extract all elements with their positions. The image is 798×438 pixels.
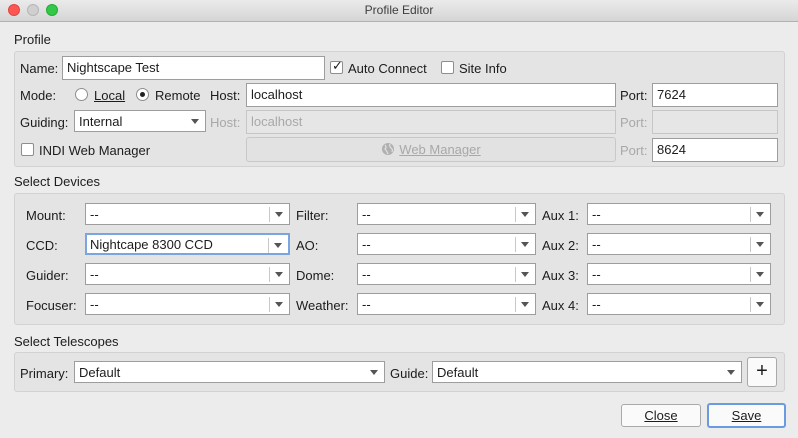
guiding-label: Guiding: bbox=[20, 115, 69, 130]
aux4-label: Aux 4: bbox=[542, 298, 579, 313]
check-icon: ✓ bbox=[332, 58, 343, 73]
host-label: Host: bbox=[210, 88, 241, 103]
close-button[interactable]: Close bbox=[621, 404, 701, 427]
local-radio[interactable] bbox=[75, 88, 88, 101]
web-port-input[interactable]: 8624 bbox=[652, 138, 778, 162]
devices-section-label: Select Devices bbox=[14, 174, 100, 189]
ccd-value: Nightcape 8300 CCD bbox=[90, 237, 213, 252]
guide-port-input bbox=[652, 110, 778, 134]
ccd-select[interactable]: Nightcape 8300 CCD bbox=[85, 233, 290, 255]
mount-select[interactable]: -- bbox=[85, 203, 290, 225]
remote-label: Remote bbox=[155, 88, 201, 103]
primary-telescope-value: Default bbox=[79, 365, 121, 380]
web-port-label: Port: bbox=[620, 143, 648, 158]
ccd-label: CCD: bbox=[26, 238, 58, 253]
indi-web-manager-checkbox[interactable] bbox=[21, 143, 34, 156]
mount-value: -- bbox=[90, 207, 99, 222]
chevron-down-icon bbox=[521, 302, 529, 307]
window-title: Profile Editor bbox=[364, 3, 434, 17]
focuser-value: -- bbox=[90, 297, 99, 312]
dome-value: -- bbox=[362, 267, 371, 282]
site-info-checkbox[interactable] bbox=[441, 61, 454, 74]
guiding-select[interactable]: Internal bbox=[74, 110, 206, 132]
site-info-label: Site Info bbox=[459, 61, 507, 76]
aux1-label: Aux 1: bbox=[542, 208, 579, 223]
guiding-value: Internal bbox=[79, 114, 123, 129]
guide-host-input: localhost bbox=[246, 110, 616, 134]
dome-label: Dome: bbox=[296, 268, 335, 283]
save-button-label: Save bbox=[731, 408, 762, 423]
aux4-value: -- bbox=[592, 297, 601, 312]
name-input[interactable]: Nightscape Test bbox=[62, 56, 325, 80]
focuser-label: Focuser: bbox=[26, 298, 77, 313]
profile-section-label: Profile bbox=[14, 32, 51, 47]
filter-value: -- bbox=[362, 207, 371, 222]
aux3-label: Aux 3: bbox=[542, 268, 579, 283]
guide-telescope-value: Default bbox=[437, 365, 479, 380]
chevron-down-icon bbox=[521, 212, 529, 217]
chevron-down-icon bbox=[274, 243, 282, 248]
guider-label: Guider: bbox=[26, 268, 69, 283]
chevron-down-icon bbox=[756, 212, 764, 217]
telescopes-section-label: Select Telescopes bbox=[14, 334, 119, 349]
aux1-value: -- bbox=[592, 207, 601, 222]
chevron-down-icon bbox=[275, 272, 283, 277]
aux1-select[interactable]: -- bbox=[587, 203, 771, 225]
add-telescope-button[interactable]: + bbox=[747, 357, 777, 387]
auto-connect-checkbox[interactable]: ✓ bbox=[330, 58, 343, 74]
primary-telescope-select[interactable]: Default bbox=[74, 361, 385, 383]
filter-select[interactable]: -- bbox=[357, 203, 536, 225]
ao-select[interactable]: -- bbox=[357, 233, 536, 255]
mode-label: Mode: bbox=[20, 88, 57, 103]
chevron-down-icon bbox=[191, 119, 199, 124]
guide-host-label: Host: bbox=[210, 115, 241, 130]
aux2-select[interactable]: -- bbox=[587, 233, 771, 255]
web-manager-button: Web Manager bbox=[246, 137, 616, 162]
plus-icon: + bbox=[756, 360, 768, 382]
chevron-down-icon bbox=[275, 212, 283, 217]
title-bar: Profile Editor bbox=[0, 0, 798, 22]
auto-connect-label: Auto Connect bbox=[348, 61, 427, 76]
port-label: Port: bbox=[620, 88, 648, 103]
save-button[interactable]: Save bbox=[707, 403, 786, 428]
chevron-down-icon bbox=[727, 370, 735, 375]
guider-select[interactable]: -- bbox=[85, 263, 290, 285]
chevron-down-icon bbox=[370, 370, 378, 375]
guide-telescope-label: Guide: bbox=[390, 366, 429, 381]
chevron-down-icon bbox=[756, 272, 764, 277]
name-label: Name: bbox=[20, 61, 59, 76]
chevron-down-icon bbox=[756, 242, 764, 247]
weather-label: Weather: bbox=[296, 298, 349, 313]
host-input[interactable]: localhost bbox=[246, 83, 616, 107]
focuser-select[interactable]: -- bbox=[85, 293, 290, 315]
guider-value: -- bbox=[90, 267, 99, 282]
weather-value: -- bbox=[362, 297, 371, 312]
remote-radio[interactable] bbox=[136, 88, 149, 101]
dome-select[interactable]: -- bbox=[357, 263, 536, 285]
aux4-select[interactable]: -- bbox=[587, 293, 771, 315]
ao-value: -- bbox=[362, 237, 371, 252]
aux2-value: -- bbox=[592, 237, 601, 252]
filter-label: Filter: bbox=[296, 208, 329, 223]
weather-select[interactable]: -- bbox=[357, 293, 536, 315]
guide-port-label: Port: bbox=[620, 115, 648, 130]
chevron-down-icon bbox=[756, 302, 764, 307]
guide-telescope-select[interactable]: Default bbox=[432, 361, 742, 383]
primary-label: Primary: bbox=[20, 366, 69, 381]
chevron-down-icon bbox=[521, 272, 529, 277]
aux2-label: Aux 2: bbox=[542, 238, 579, 253]
indi-web-manager-label: INDI Web Manager bbox=[39, 143, 151, 158]
port-input[interactable]: 7624 bbox=[652, 83, 778, 107]
web-manager-button-label: Web Manager bbox=[399, 142, 481, 157]
chevron-down-icon bbox=[275, 302, 283, 307]
globe-icon bbox=[382, 143, 395, 155]
ao-label: AO: bbox=[296, 238, 319, 253]
local-label: Local bbox=[94, 88, 126, 103]
chevron-down-icon bbox=[521, 242, 529, 247]
aux3-select[interactable]: -- bbox=[587, 263, 771, 285]
mount-label: Mount: bbox=[26, 208, 66, 223]
aux3-value: -- bbox=[592, 267, 601, 282]
close-button-label: Close bbox=[644, 408, 678, 423]
